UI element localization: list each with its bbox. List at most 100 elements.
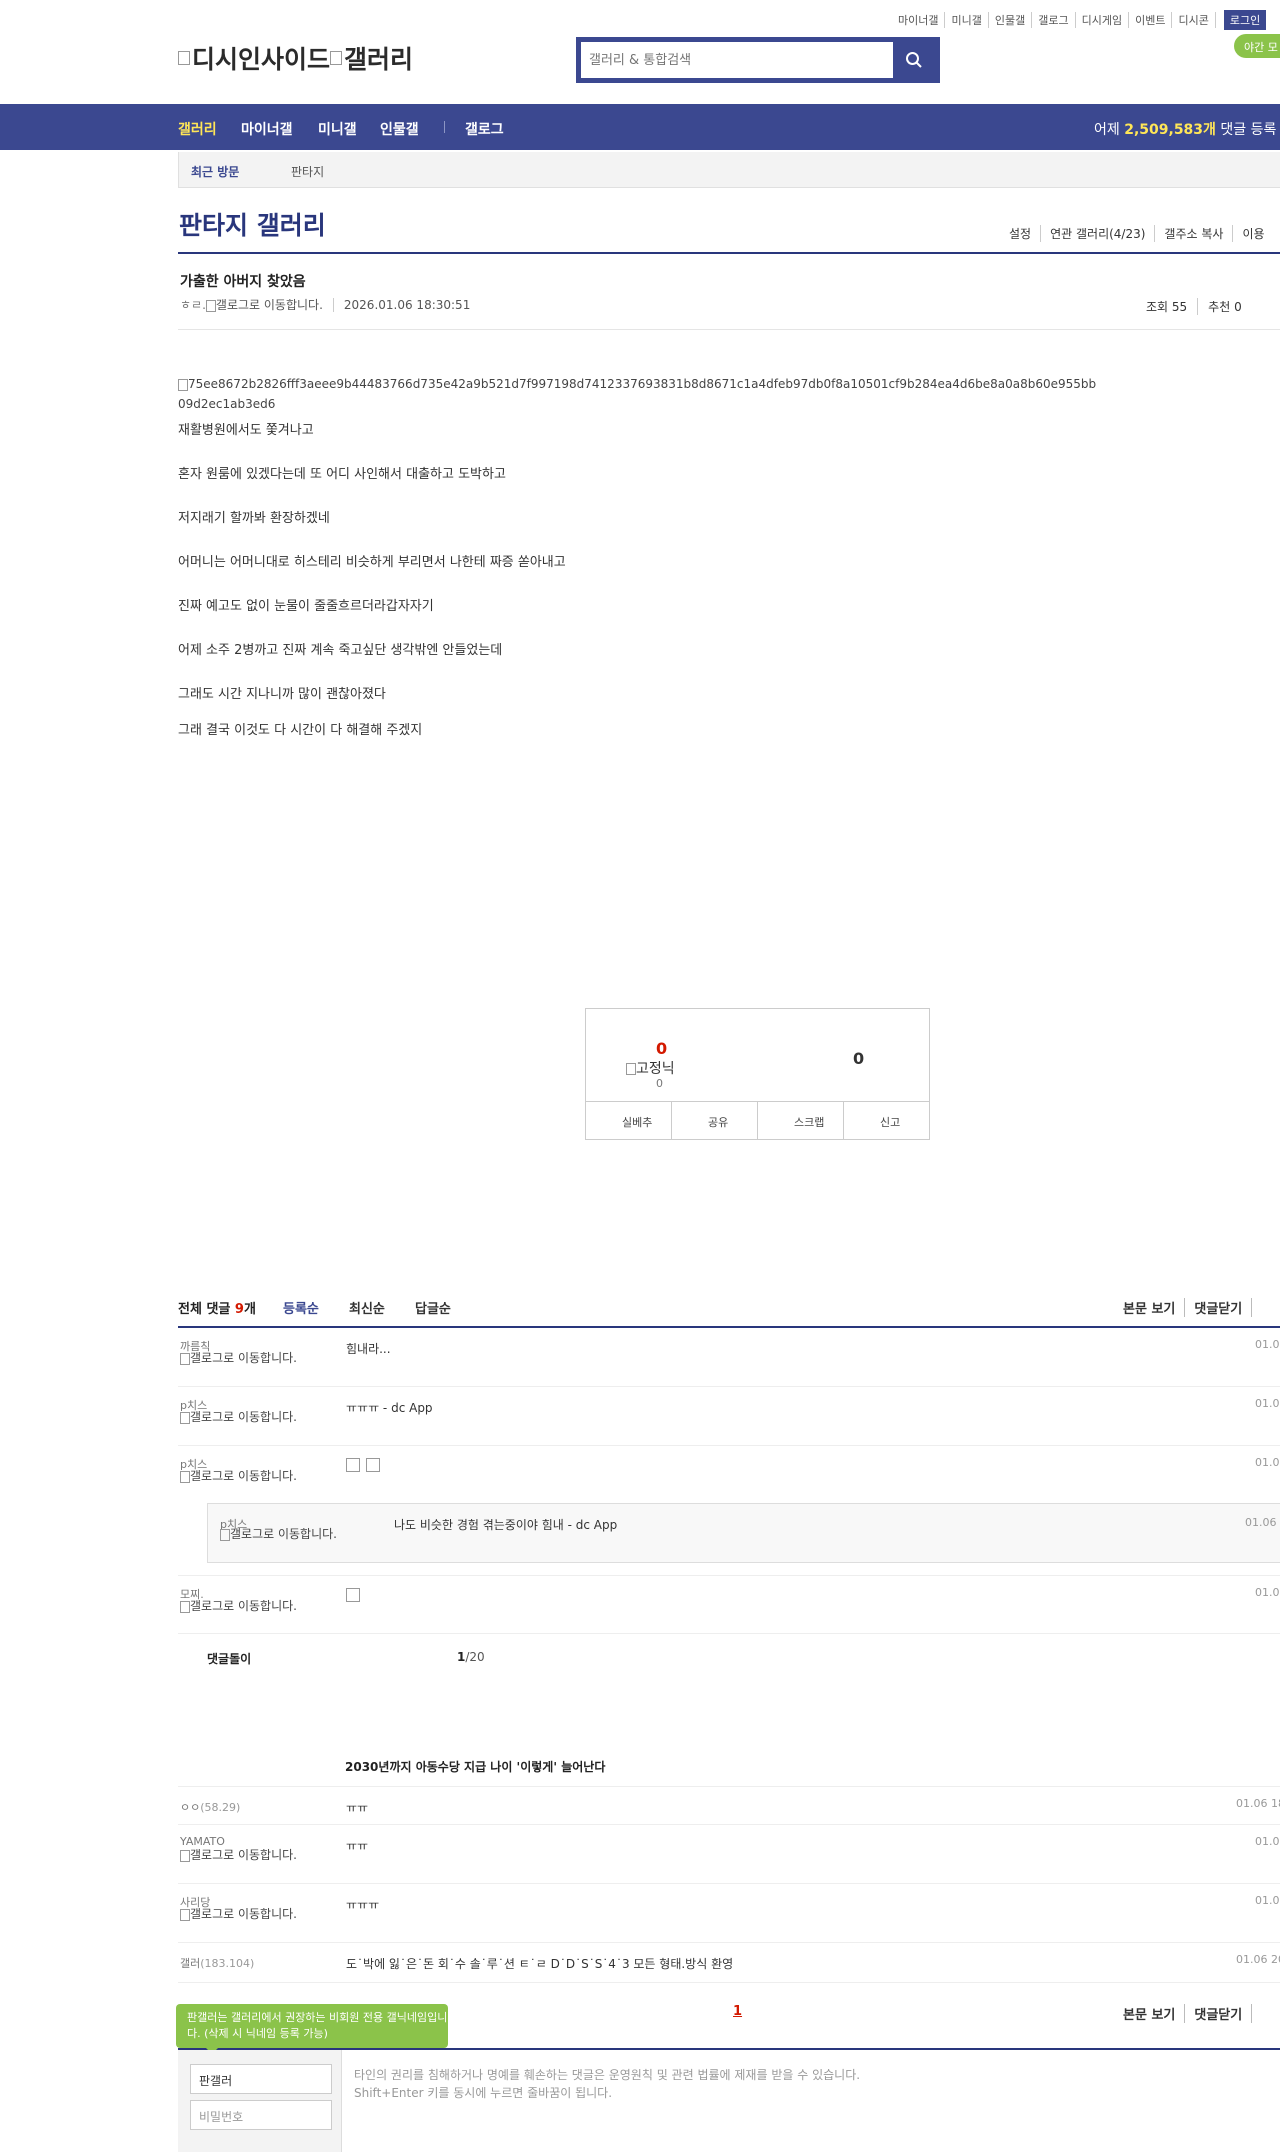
broken-image-icon	[178, 378, 188, 391]
nav-divider	[444, 121, 445, 133]
nav-gallog[interactable]: 갤로그	[465, 119, 504, 139]
comment-dccon	[346, 1458, 386, 1472]
comment-text: 힘내라...	[346, 1342, 391, 1356]
logo-text-gallery: 갤러리	[344, 45, 414, 74]
nav-minor[interactable]: 마이너갤	[241, 119, 293, 139]
broken-image-icon	[180, 1352, 190, 1365]
comment-item: 모찌. 갤로그로 이동합니다. 01.06	[178, 1576, 1280, 1634]
best-button[interactable]: 실베추	[586, 1102, 671, 1139]
dccon-image[interactable]	[346, 1588, 360, 1602]
share-button[interactable]: 공유	[671, 1102, 757, 1139]
upvote-count[interactable]: 0	[656, 1039, 667, 1058]
scrap-button[interactable]: 스크랩	[757, 1102, 843, 1139]
top-link-game[interactable]: 디시게임	[1076, 12, 1130, 28]
comment-item: p치스 갤로그로 이동합니다. ㅠㅠㅠ - dc App 01.06	[178, 1387, 1280, 1446]
more-button[interactable]	[1251, 1298, 1270, 1317]
gallery-settings-link[interactable]: 설정	[1000, 225, 1040, 242]
comment-text: ㅠㅠ	[346, 1839, 369, 1853]
sort-by-latest[interactable]: 최신순	[349, 1298, 385, 1317]
broken-image-icon	[180, 1411, 190, 1424]
night-mode-button[interactable]: 야간 모	[1234, 34, 1280, 58]
gallery-title[interactable]: 판타지 갤러리	[179, 206, 326, 242]
top-link-gallog[interactable]: 갤로그	[1032, 12, 1076, 28]
comment-nick[interactable]: YAMATO	[180, 1835, 225, 1848]
divider	[178, 329, 1280, 330]
view-body-button[interactable]: 본문 보기	[1123, 2004, 1184, 2023]
comment-notice: 타인의 권리를 침해하거나 명예를 훼손하는 댓글은 운영원칙 및 관련 법률에…	[354, 2068, 861, 2082]
search-box	[576, 37, 940, 83]
login-button[interactable]: 로그인	[1223, 10, 1267, 30]
password-field[interactable]: 비밀번호	[190, 2100, 332, 2130]
ad-post-title[interactable]: 2030년까지 아동수당 지급 나이 '이렇게' 늘어난다	[345, 1758, 605, 1775]
comment-bot-page: 1/20	[457, 1650, 485, 1664]
top-link-event[interactable]: 이벤트	[1129, 12, 1173, 28]
copy-gallery-url-link[interactable]: 갤주소 복사	[1154, 225, 1232, 242]
main-nav: 갤러리 마이너갤 미니갤 인물갤 갤로그 어제 2,509,583개 댓글 등록	[0, 104, 1280, 150]
broken-image-icon	[180, 1470, 190, 1483]
post-line: 재활병원에서도 쫓겨나고	[178, 423, 314, 438]
post-writer[interactable]: ㅎㄹ.	[180, 296, 206, 313]
gallog-link[interactable]: 갤로그로 이동합니다.	[180, 1600, 310, 1613]
nav-person[interactable]: 인물갤	[380, 119, 419, 139]
comment-total: 전체 댓글 9개	[178, 1302, 256, 1317]
gallog-link[interactable]: 갤로그로 이동합니다.	[180, 1470, 310, 1483]
comment-item: 사리당 갤로그로 이동합니다. ㅠㅠㅠ 01.06	[178, 1884, 1280, 1943]
broken-image-icon	[220, 1528, 230, 1541]
comment-text: ㅠㅠ	[346, 1801, 369, 1815]
related-gallery-link[interactable]: 연관 갤러리(4/23)	[1040, 225, 1154, 242]
post-line: 저지래기 할까봐 환장하겠네	[178, 511, 330, 526]
comment-nick[interactable]: 갤러(183.104)	[180, 1955, 254, 1971]
comment-text: 도˙박에 잃˙은˙돈 회˙수 솔˙루˙션 ㅌ˙ㄹ D˙D˙S˙S˙4˙3 모든 …	[346, 1957, 734, 1971]
reply-date: 01.06 1	[1245, 1516, 1280, 1529]
post-date: 2026.01.06 18:30:51	[332, 297, 470, 312]
close-comments-button[interactable]: 댓글닫기	[1184, 1298, 1251, 1317]
top-link-dccon[interactable]: 디시콘	[1172, 12, 1216, 28]
post-line: 그래도 시간 지나니까 많이 괜찮아졌다	[178, 687, 386, 702]
close-comments-button[interactable]: 댓글닫기	[1184, 2004, 1251, 2023]
comment-item: ㅇㅇ(58.29) ㅠㅠ 01.06 18	[178, 1787, 1280, 1825]
post-line: 어제 소주 2병까고 진짜 계속 죽고싶단 생각밖엔 안들었는데	[178, 643, 503, 658]
comment-nick[interactable]: ㅇㅇ(58.29)	[180, 1799, 240, 1815]
post-line: 진짜 예고도 없이 눈물이 줄줄흐르더라갑자자기	[178, 599, 434, 614]
comment-text: ㅠㅠㅠ - dc App	[346, 1401, 433, 1415]
dccon-image[interactable]	[366, 1458, 380, 1472]
search-button[interactable]	[893, 42, 935, 78]
dccon-image[interactable]	[346, 1458, 360, 1472]
nav-mini[interactable]: 미니갤	[318, 119, 357, 139]
nickname-field[interactable]: 판갤러	[190, 2064, 332, 2094]
comment-date: 01.06	[1255, 1456, 1280, 1469]
comment-date: 01.06	[1255, 1397, 1280, 1410]
recommend-count: 추천 0	[1197, 298, 1252, 315]
view-body-button[interactable]: 본문 보기	[1123, 1298, 1184, 1317]
more-button[interactable]	[1251, 2004, 1270, 2023]
top-link-person[interactable]: 인물갤	[989, 12, 1033, 28]
sort-by-replies[interactable]: 답글순	[415, 1298, 451, 1317]
top-link-mini[interactable]: 미니갤	[945, 12, 989, 28]
sort-by-registration[interactable]: 등록순	[283, 1298, 319, 1317]
comment-view-options: 본문 보기 댓글닫기	[1123, 1298, 1270, 1317]
report-button[interactable]: 신고	[843, 1102, 929, 1139]
comment-page-link[interactable]: 1	[733, 2004, 742, 2019]
post-line: 어머니는 어머니대로 히스테리 비슷하게 부리면서 나한테 짜증 쏟아내고	[178, 555, 566, 570]
downvote-count[interactable]: 0	[853, 1049, 864, 1068]
search-input[interactable]	[581, 42, 893, 78]
broken-image-icon	[180, 1908, 190, 1921]
gallog-link[interactable]: 갤로그로 이동합니다.	[205, 296, 323, 313]
post-image: 75ee8672b2826fff3aeee9b44483766d735e42a9…	[178, 377, 1097, 411]
recent-visits-label[interactable]: 최근 방문	[191, 163, 239, 180]
post-meta: ㅎㄹ. 갤로그로 이동합니다. 2026.01.06 18:30:51	[180, 296, 470, 313]
top-link-minor[interactable]: 마이너갤	[892, 12, 946, 28]
nav-gallery[interactable]: 갤러리	[178, 119, 217, 139]
gallog-link[interactable]: 갤로그로 이동합니다.	[180, 1849, 310, 1862]
gallog-link[interactable]: 갤로그로 이동합니다.	[220, 1528, 350, 1541]
comment-textarea[interactable]: 타인의 권리를 침해하거나 명예를 훼손하는 댓글은 운영원칙 및 관련 법률에…	[354, 2066, 860, 2102]
site-logo[interactable]: 디시인사이드 갤러리	[178, 40, 413, 76]
broken-image-icon	[180, 1600, 190, 1613]
usage-link[interactable]: 이용	[1232, 225, 1273, 242]
divider	[178, 252, 1280, 254]
gallog-link[interactable]: 갤로그로 이동합니다.	[180, 1352, 310, 1365]
recent-visits-bar: 최근 방문 판타지	[178, 152, 1280, 188]
gallog-link[interactable]: 갤로그로 이동합니다.	[180, 1411, 310, 1424]
recent-visit-item[interactable]: 판타지	[291, 163, 324, 180]
gallog-link[interactable]: 갤로그로 이동합니다.	[180, 1908, 310, 1921]
